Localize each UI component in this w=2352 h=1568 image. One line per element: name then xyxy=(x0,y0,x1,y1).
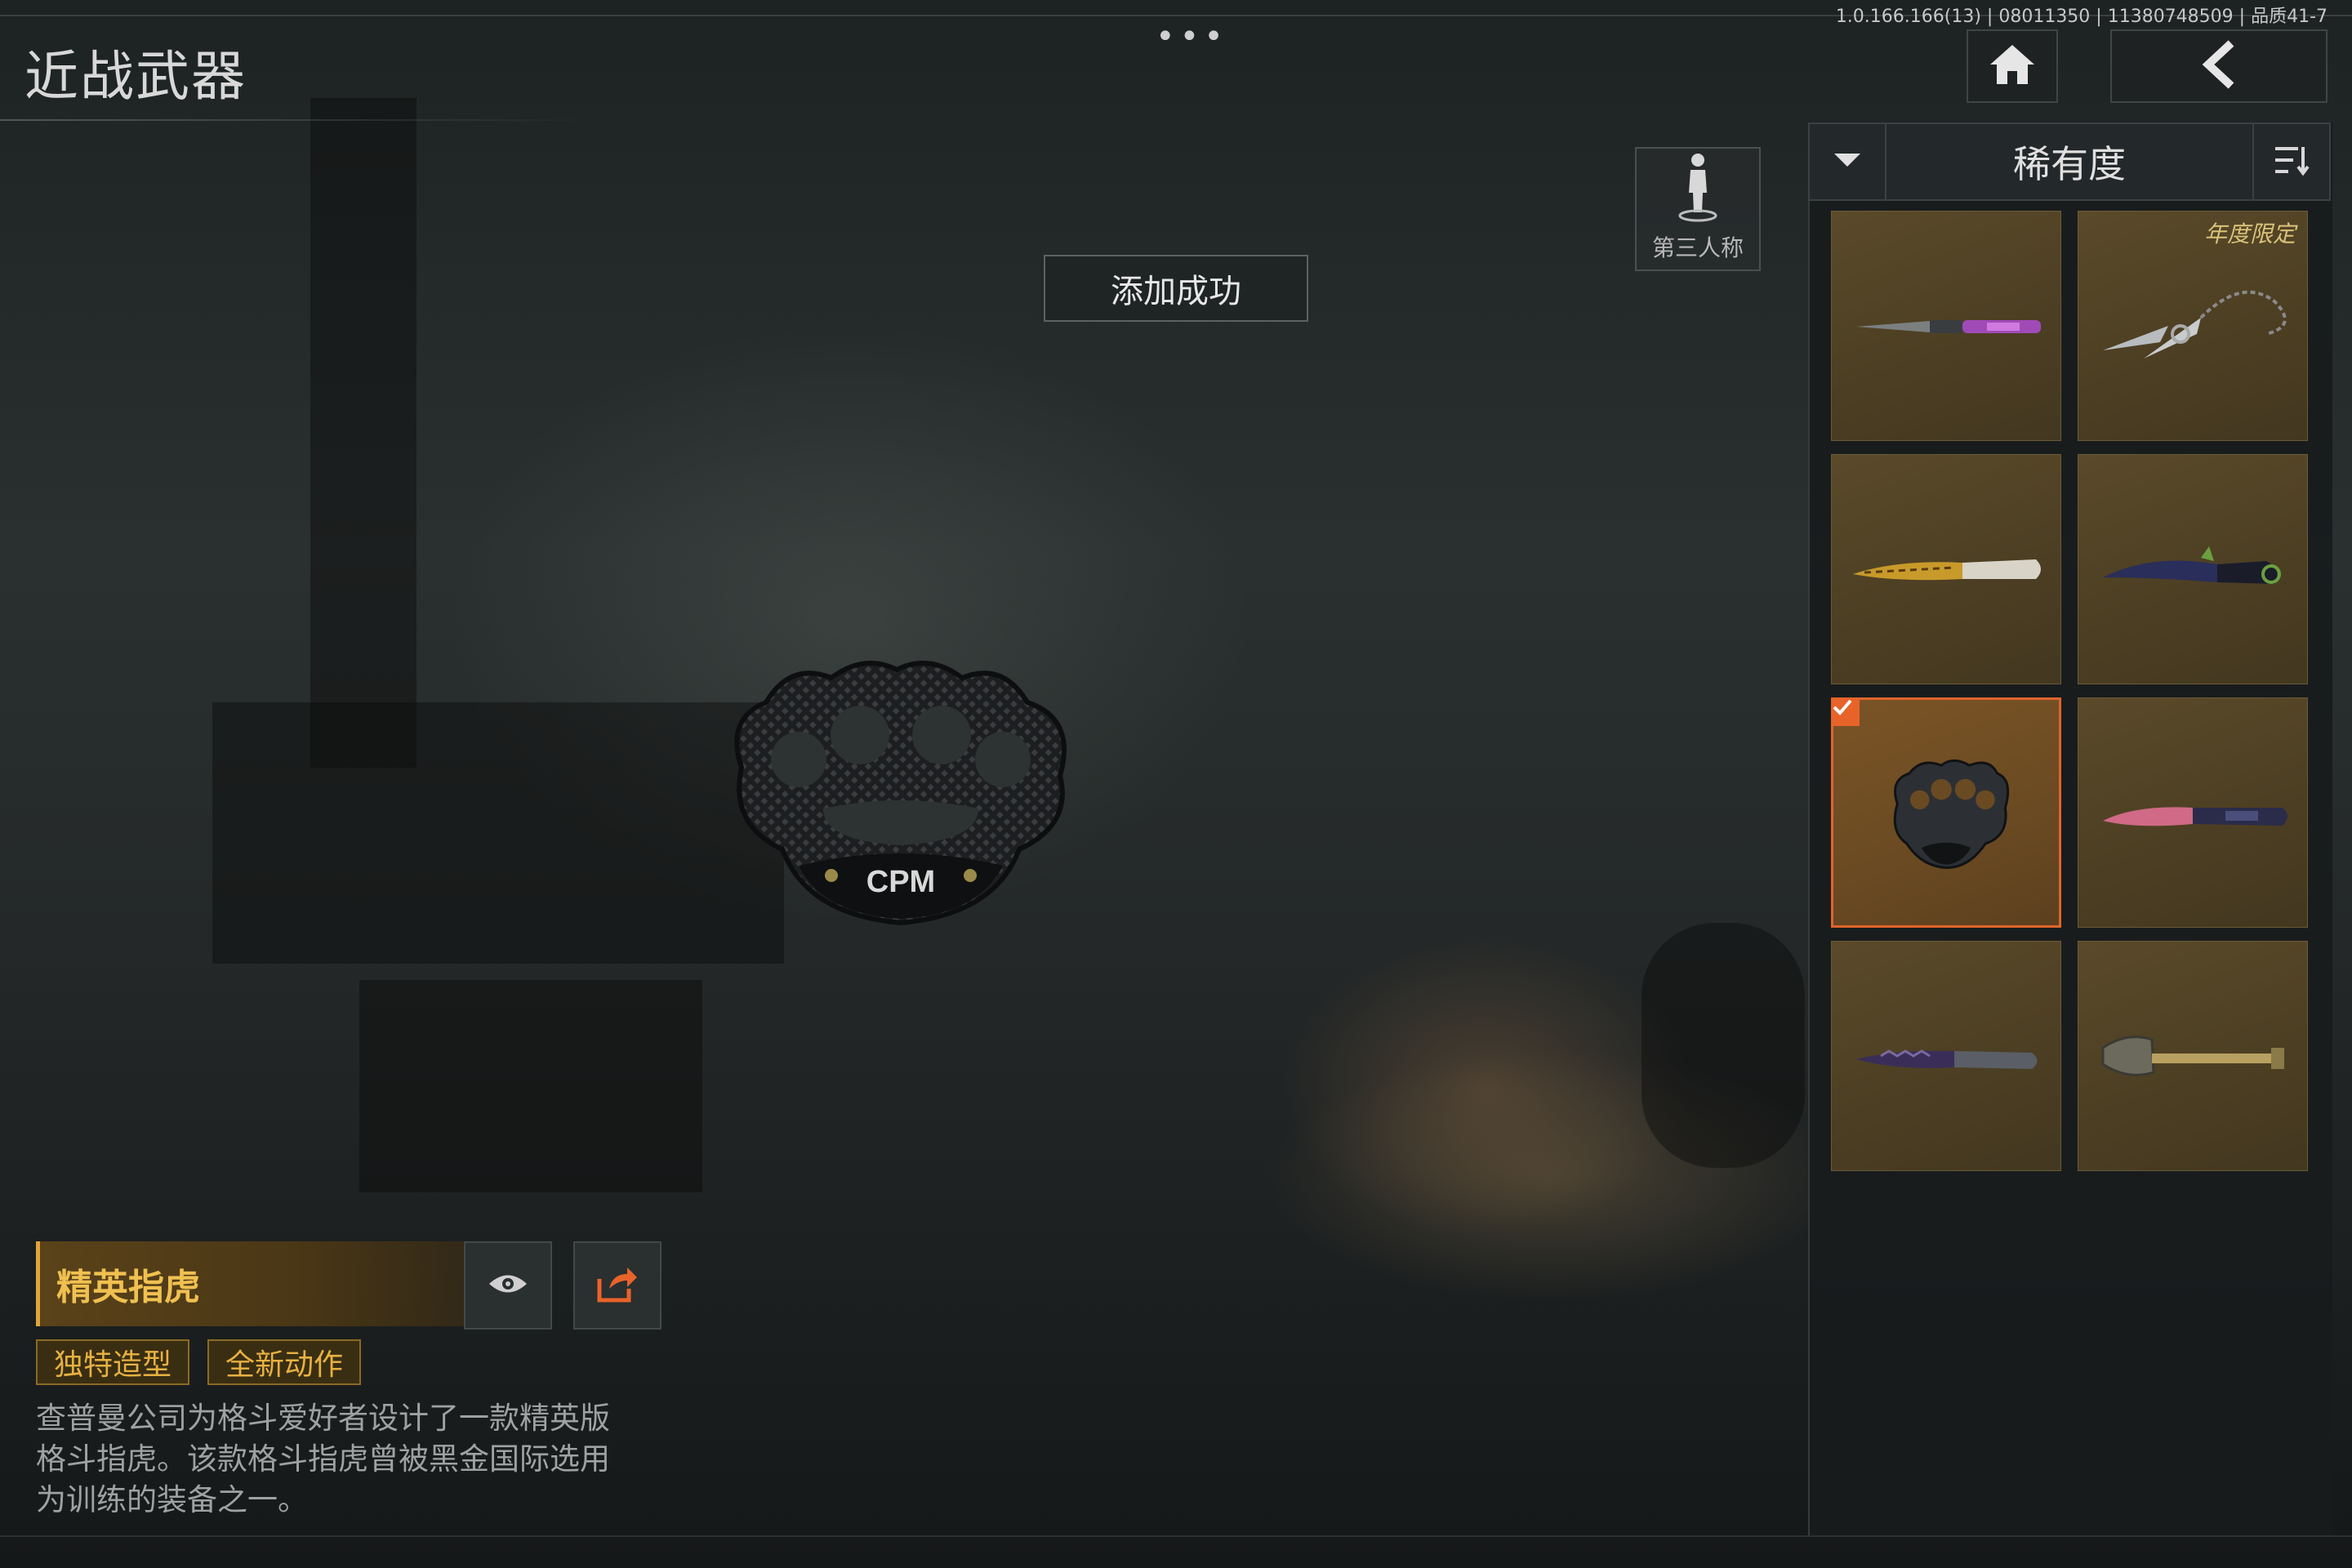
description-line: 查普曼公司为格斗爱好者设计了一款精英版 xyxy=(36,1401,610,1436)
share-icon xyxy=(596,1264,639,1307)
caret-down-icon xyxy=(1833,152,1862,172)
description-line: 为训练的装备之一。 xyxy=(36,1482,308,1517)
scene-tire-silhouette xyxy=(1642,923,1805,1168)
eye-icon xyxy=(488,1272,528,1299)
weapon-card[interactable] xyxy=(2078,697,2308,928)
weapon-card[interactable]: 年度限定 xyxy=(2078,211,2308,441)
weapon-card[interactable] xyxy=(1831,211,2061,441)
feature-tag: 独特造型 xyxy=(36,1339,190,1385)
weapon-card[interactable] xyxy=(2078,454,2308,684)
purple-dagger-icon xyxy=(1856,320,2041,333)
weapon-name: 精英指虎 xyxy=(56,1267,200,1308)
menu-dots[interactable]: ••• xyxy=(1156,18,1228,56)
brass-knuckles-icon xyxy=(1893,759,2010,870)
sort-title[interactable]: 稀有度 xyxy=(1886,124,2252,199)
home-icon xyxy=(1989,43,2036,89)
chained-blades-icon xyxy=(2103,290,2287,359)
sort-dropdown-button[interactable] xyxy=(1810,124,1886,199)
view-mode-label: 第三人称 xyxy=(1651,234,1744,261)
page-title: 近战武器 xyxy=(24,45,247,108)
person-standing-icon xyxy=(1676,152,1720,225)
sort-order-icon xyxy=(2274,144,2310,180)
dark-karambit-icon xyxy=(2103,546,2281,584)
brass-knuckles-preview: CPM xyxy=(734,661,1067,926)
weapon-card[interactable] xyxy=(1831,941,2061,1171)
description-line: 格斗指虎。该款格斗指虎曾被黑金国际选用 xyxy=(36,1441,610,1477)
sort-bar: 稀有度 xyxy=(1808,122,2331,201)
feature-tag: 全新动作 xyxy=(207,1339,362,1385)
scene-vehicle-silhouette xyxy=(359,980,702,1192)
weapon-name-bar: 精英指虎 xyxy=(36,1241,465,1326)
scene-tower-silhouette xyxy=(310,98,416,768)
toast-message: 添加成功 xyxy=(1044,255,1308,322)
back-button[interactable] xyxy=(2110,29,2328,103)
weapon-card[interactable] xyxy=(1831,454,2061,684)
weapon-description: 查普曼公司为格斗爱好者设计了一款精英版 格斗指虎。该款格斗指虎曾被黑金国际选用 … xyxy=(36,1398,657,1521)
version-info: 1.0.166.166(13) | 08011350 | 11380748509… xyxy=(1835,7,2328,27)
sort-order-button[interactable] xyxy=(2252,124,2329,199)
bottom-separator xyxy=(0,1535,2352,1537)
gold-pattern-knife-icon xyxy=(1853,559,2041,581)
shovel-icon xyxy=(2101,1036,2284,1076)
view-mode-toggle[interactable]: 第三人称 xyxy=(1635,147,1761,271)
title-underline xyxy=(0,119,596,121)
preview-button[interactable] xyxy=(464,1241,552,1330)
serrated-dark-knife-icon xyxy=(1856,1049,2038,1069)
home-button[interactable] xyxy=(1967,29,2058,103)
pink-tactical-knife-icon xyxy=(2103,807,2287,826)
weapon-card[interactable] xyxy=(2078,941,2308,1171)
weapon-card-selected[interactable] xyxy=(1831,697,2061,928)
scene-building-silhouette xyxy=(212,702,784,964)
share-button[interactable] xyxy=(573,1241,662,1330)
back-chevron-icon xyxy=(2198,40,2239,92)
weapon-grid: 年度限定 xyxy=(1831,211,2308,1171)
cpm-logo-text: CPM xyxy=(866,865,935,899)
